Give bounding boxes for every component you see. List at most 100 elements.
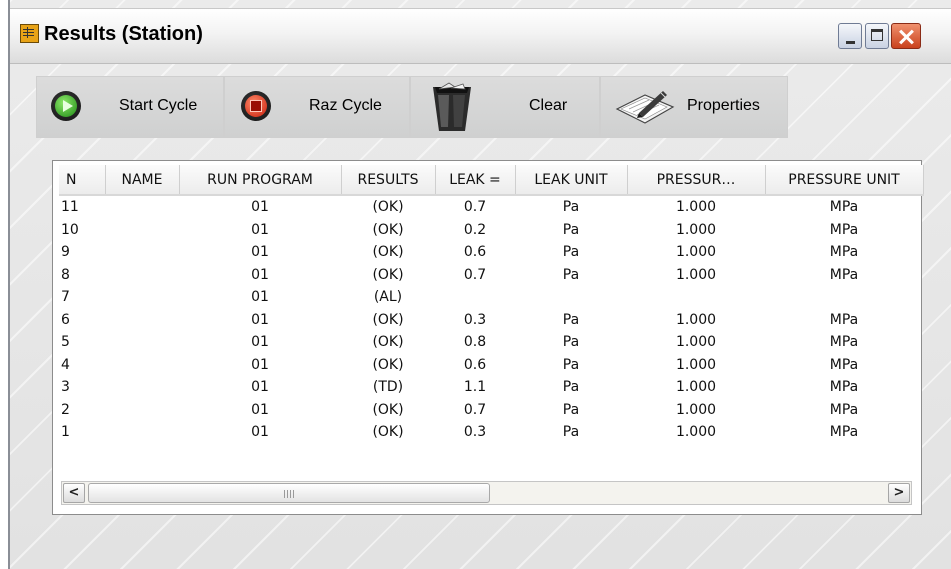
results-window: Results (Station) Start Cycle Raz Cycle … [8, 0, 951, 569]
cell-leak: 0.7 [463, 199, 487, 216]
cell-name [105, 376, 179, 399]
cell-leak-unit: Pa [562, 334, 580, 351]
scroll-right-button[interactable]: > [888, 483, 910, 503]
cell-n: 8 [61, 266, 70, 283]
start-cycle-button[interactable]: Start Cycle [36, 76, 224, 138]
raz-cycle-label: Raz Cycle [309, 97, 382, 114]
cell-leak: 1.1 [463, 379, 487, 396]
table-row[interactable]: 10 01 (OK) 0.2 Pa 1.000 MPa [59, 219, 923, 242]
cell-leak-unit: Pa [562, 221, 580, 238]
cell-pressure: 1.000 [675, 401, 717, 418]
table-row[interactable]: 7 01 (AL) [59, 286, 923, 309]
cell-pressure-unit: MPa [829, 334, 859, 351]
column-header[interactable]: RUN PROGRAM [179, 165, 342, 196]
cell-results: (OK) [372, 266, 404, 283]
table-row[interactable]: 1 01 (OK) 0.3 Pa 1.000 MPa [59, 421, 923, 444]
cell-leak [435, 286, 515, 309]
cell-leak: 0.2 [463, 221, 487, 238]
play-icon [51, 91, 81, 121]
results-grid[interactable]: N NAME RUN PROGRAM RESULTS LEAK = LEAK U… [52, 160, 924, 515]
cell-pressure-unit [765, 286, 923, 309]
scroll-thumb[interactable] [88, 483, 490, 503]
column-header[interactable]: LEAK UNIT [515, 165, 628, 196]
cell-run-program: 01 [251, 244, 269, 261]
cell-leak-unit: Pa [562, 401, 580, 418]
cell-name [105, 219, 179, 242]
cell-pressure: 1.000 [675, 311, 717, 328]
cell-pressure-unit: MPa [829, 379, 859, 396]
cell-leak-unit: Pa [562, 199, 580, 216]
table-row[interactable]: 5 01 (OK) 0.8 Pa 1.000 MPa [59, 331, 923, 354]
cell-name [105, 195, 179, 219]
cell-run-program: 01 [251, 379, 269, 396]
cell-pressure: 1.000 [675, 424, 717, 441]
cell-results: (OK) [372, 356, 404, 373]
cell-leak: 0.3 [463, 311, 487, 328]
horizontal-scrollbar[interactable]: < > [61, 481, 912, 505]
cell-pressure-unit: MPa [829, 221, 859, 238]
scroll-left-button[interactable]: < [63, 483, 85, 503]
column-header[interactable]: PRESSUR… [627, 165, 766, 196]
cell-n: 7 [61, 289, 70, 306]
cell-n: 6 [61, 311, 70, 328]
grip-icon [284, 490, 294, 498]
cell-name [105, 331, 179, 354]
column-header[interactable]: N [59, 165, 106, 196]
clear-button[interactable]: Clear [410, 76, 600, 138]
cell-leak: 0.7 [463, 266, 487, 283]
table-row[interactable]: 8 01 (OK) 0.7 Pa 1.000 MPa [59, 264, 923, 287]
window-title: Results (Station) [44, 23, 203, 45]
cell-results: (OK) [372, 334, 404, 351]
cell-pressure: 1.000 [675, 199, 717, 216]
close-button[interactable] [891, 23, 921, 49]
properties-button[interactable]: Properties [600, 76, 788, 138]
grid-viewport: N NAME RUN PROGRAM RESULTS LEAK = LEAK U… [59, 165, 924, 444]
column-header[interactable]: PRESSURE UNIT [765, 165, 924, 196]
stop-icon [241, 91, 271, 121]
table-row[interactable]: 9 01 (OK) 0.6 Pa 1.000 MPa [59, 241, 923, 264]
cell-leak-unit: Pa [562, 266, 580, 283]
cell-results: (TD) [372, 379, 404, 396]
table-row[interactable]: 11 01 (OK) 0.7 Pa 1.000 MPa [59, 195, 923, 219]
cell-results: (OK) [372, 311, 404, 328]
cell-leak: 0.8 [463, 334, 487, 351]
table-row[interactable]: 4 01 (OK) 0.6 Pa 1.000 MPa [59, 354, 923, 377]
cell-results: (OK) [372, 401, 404, 418]
cell-run-program: 01 [251, 199, 269, 216]
cell-pressure: 1.000 [675, 221, 717, 238]
cell-results: (OK) [372, 221, 404, 238]
table-row[interactable]: 2 01 (OK) 0.7 Pa 1.000 MPa [59, 399, 923, 422]
cell-pressure-unit: MPa [829, 424, 859, 441]
cell-n: 5 [61, 334, 70, 351]
cell-leak-unit: Pa [562, 311, 580, 328]
maximize-button[interactable] [865, 23, 889, 49]
cell-name [105, 264, 179, 287]
table-row[interactable]: 3 01 (TD) 1.1 Pa 1.000 MPa [59, 376, 923, 399]
cell-pressure: 1.000 [675, 334, 717, 351]
cell-n: 3 [61, 379, 70, 396]
cell-name [105, 354, 179, 377]
toolbar: Start Cycle Raz Cycle Clear Properties [10, 76, 951, 138]
clear-label: Clear [529, 97, 568, 114]
cell-leak: 0.6 [463, 356, 487, 373]
column-header[interactable]: RESULTS [341, 165, 436, 196]
cell-pressure-unit: MPa [829, 356, 859, 373]
table-row[interactable]: 6 01 (OK) 0.3 Pa 1.000 MPa [59, 309, 923, 332]
cell-pressure: 1.000 [675, 356, 717, 373]
raz-cycle-button[interactable]: Raz Cycle [224, 76, 410, 138]
cell-results: (OK) [372, 244, 404, 261]
cell-pressure-unit: MPa [829, 244, 859, 261]
cell-n: 2 [61, 401, 70, 418]
properties-pen-icon [615, 91, 675, 124]
title-bar[interactable]: Results (Station) [10, 8, 951, 64]
column-header[interactable]: NAME [105, 165, 180, 196]
minimize-button[interactable] [838, 23, 862, 49]
cell-results: (OK) [372, 199, 404, 216]
cell-leak-unit: Pa [562, 424, 580, 441]
column-header[interactable]: LEAK = [435, 165, 516, 196]
trash-bin-icon [433, 82, 471, 131]
cell-pressure [627, 286, 765, 309]
cell-run-program: 01 [251, 356, 269, 373]
properties-label: Properties [687, 97, 760, 114]
cell-run-program: 01 [251, 334, 269, 351]
